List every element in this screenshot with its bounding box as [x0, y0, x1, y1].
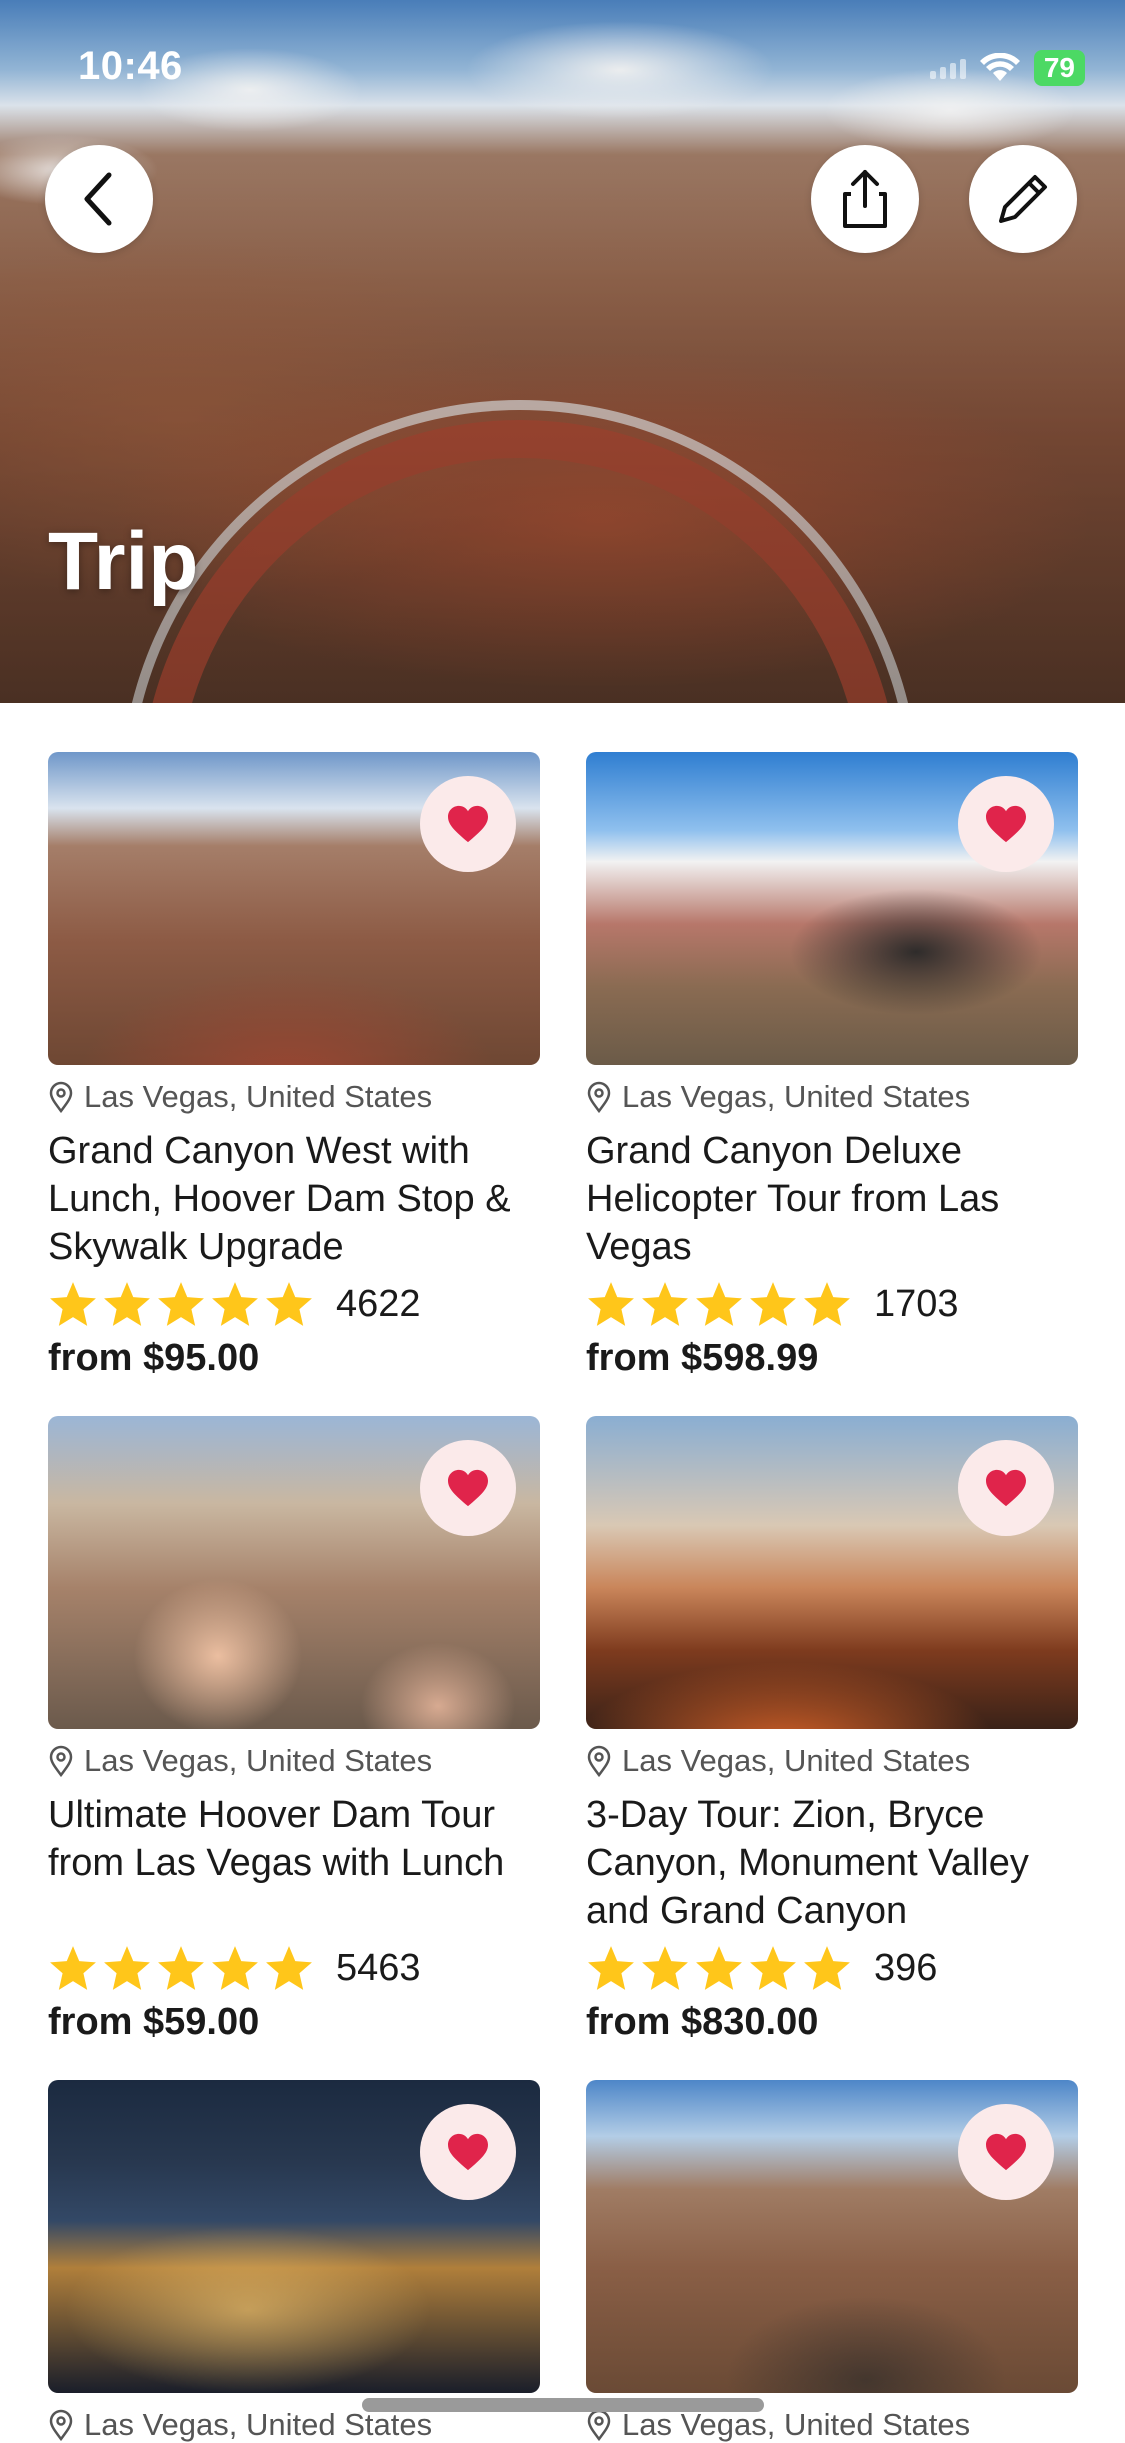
heart-icon	[986, 1469, 1026, 1507]
tour-card[interactable]: Las Vegas, United States 3-Day Tour: Zio…	[586, 1416, 1078, 2044]
location-pin-icon	[49, 1745, 73, 1777]
edit-button[interactable]	[969, 145, 1077, 253]
heart-icon	[986, 2133, 1026, 2171]
star-icon	[266, 1282, 312, 1326]
share-button[interactable]	[811, 145, 919, 253]
tour-location: Las Vegas, United States	[586, 2407, 1078, 2443]
back-button[interactable]	[45, 145, 153, 253]
chevron-left-icon	[84, 172, 112, 226]
tour-location-label: Las Vegas, United States	[622, 1079, 971, 1114]
location-pin-icon	[587, 1081, 611, 1113]
tour-image	[48, 1416, 540, 1729]
tour-title[interactable]: 3-Day Tour: Zion, Bryce Canyon, Monument…	[586, 1791, 1078, 1935]
star-rating	[586, 1280, 852, 1328]
tour-title[interactable]: Grand Canyon Deluxe Helicopter Tour from…	[586, 1127, 1078, 1271]
star-icon	[750, 1282, 796, 1326]
tour-location-label: Las Vegas, United States	[84, 2407, 433, 2442]
tour-card[interactable]: Las Vegas, United States	[48, 2080, 540, 2443]
heart-icon	[448, 805, 488, 843]
tour-rating: 1703	[586, 1277, 1078, 1331]
page-title: Trip	[48, 516, 199, 607]
tour-card[interactable]: Las Vegas, United States	[586, 2080, 1078, 2443]
favorite-button[interactable]	[420, 1440, 516, 1536]
star-icon	[588, 1282, 634, 1326]
star-rating	[586, 1944, 852, 1992]
tour-price: from $59.00	[48, 2001, 260, 2043]
tour-price: from $598.99	[586, 1337, 819, 1379]
star-icon	[50, 1946, 96, 1990]
tour-location-label: Las Vegas, United States	[622, 2407, 971, 2442]
share-icon	[843, 170, 887, 228]
star-icon	[212, 1282, 258, 1326]
tour-image	[586, 1416, 1078, 1729]
star-icon	[104, 1282, 150, 1326]
tour-location-label: Las Vegas, United States	[84, 1079, 433, 1114]
star-rating	[48, 1944, 314, 1992]
location-pin-icon	[587, 2409, 611, 2441]
tour-card[interactable]: Las Vegas, United States Grand Canyon We…	[48, 752, 540, 1380]
star-icon	[266, 1946, 312, 1990]
star-icon	[212, 1946, 258, 1990]
star-icon	[696, 1282, 742, 1326]
tour-location-label: Las Vegas, United States	[84, 1743, 433, 1778]
star-icon	[642, 1282, 688, 1326]
review-count: 1703	[874, 1282, 959, 1325]
star-icon	[642, 1946, 688, 1990]
tour-rating: 4622	[48, 1277, 540, 1331]
tour-image	[586, 752, 1078, 1065]
favorite-button[interactable]	[958, 1440, 1054, 1536]
tour-image	[48, 752, 540, 1065]
wifi-icon	[979, 53, 1020, 81]
star-rating	[48, 1280, 314, 1328]
location-pin-icon	[49, 1081, 73, 1113]
star-icon	[588, 1946, 634, 1990]
home-indicator[interactable]	[362, 2398, 764, 2412]
cellular-signal-icon	[929, 57, 966, 79]
star-icon	[158, 1282, 204, 1326]
favorite-button[interactable]	[958, 2104, 1054, 2200]
tour-rating: 396	[586, 1941, 1078, 1995]
heart-icon	[448, 2133, 488, 2171]
location-pin-icon	[587, 1745, 611, 1777]
star-icon	[158, 1946, 204, 1990]
review-count: 5463	[336, 1946, 421, 1989]
star-icon	[104, 1946, 150, 1990]
tour-price: from $95.00	[48, 1337, 260, 1379]
favorite-button[interactable]	[958, 776, 1054, 872]
heart-icon	[448, 1469, 488, 1507]
pencil-icon	[999, 175, 1047, 223]
tour-price: from $830.00	[586, 2001, 819, 2043]
review-count: 4622	[336, 1282, 421, 1325]
review-count: 396	[874, 1946, 938, 1989]
tour-image	[586, 2080, 1078, 2393]
tour-card[interactable]: Las Vegas, United States Ultimate Hoover…	[48, 1416, 540, 2044]
tour-location: Las Vegas, United States	[48, 2407, 540, 2443]
tour-location: Las Vegas, United States	[48, 1079, 540, 1115]
star-icon	[750, 1946, 796, 1990]
star-icon	[696, 1946, 742, 1990]
status-time: 10:46	[78, 44, 183, 88]
status-icons: 79	[929, 50, 1085, 86]
tour-title[interactable]: Grand Canyon West with Lunch, Hoover Dam…	[48, 1127, 540, 1271]
location-pin-icon	[49, 2409, 73, 2441]
star-icon	[804, 1946, 850, 1990]
tour-location: Las Vegas, United States	[586, 1079, 1078, 1115]
tour-rating: 5463	[48, 1941, 540, 1995]
favorite-button[interactable]	[420, 2104, 516, 2200]
star-icon	[50, 1282, 96, 1326]
favorite-button[interactable]	[420, 776, 516, 872]
star-icon	[804, 1282, 850, 1326]
tour-location: Las Vegas, United States	[48, 1743, 540, 1779]
battery-indicator: 79	[1033, 50, 1085, 86]
tour-title[interactable]: Ultimate Hoover Dam Tour from Las Vegas …	[48, 1791, 540, 1935]
tour-card[interactable]: Las Vegas, United States Grand Canyon De…	[586, 752, 1078, 1380]
heart-icon	[986, 805, 1026, 843]
tour-image	[48, 2080, 540, 2393]
tour-location: Las Vegas, United States	[586, 1743, 1078, 1779]
tour-location-label: Las Vegas, United States	[622, 1743, 971, 1778]
